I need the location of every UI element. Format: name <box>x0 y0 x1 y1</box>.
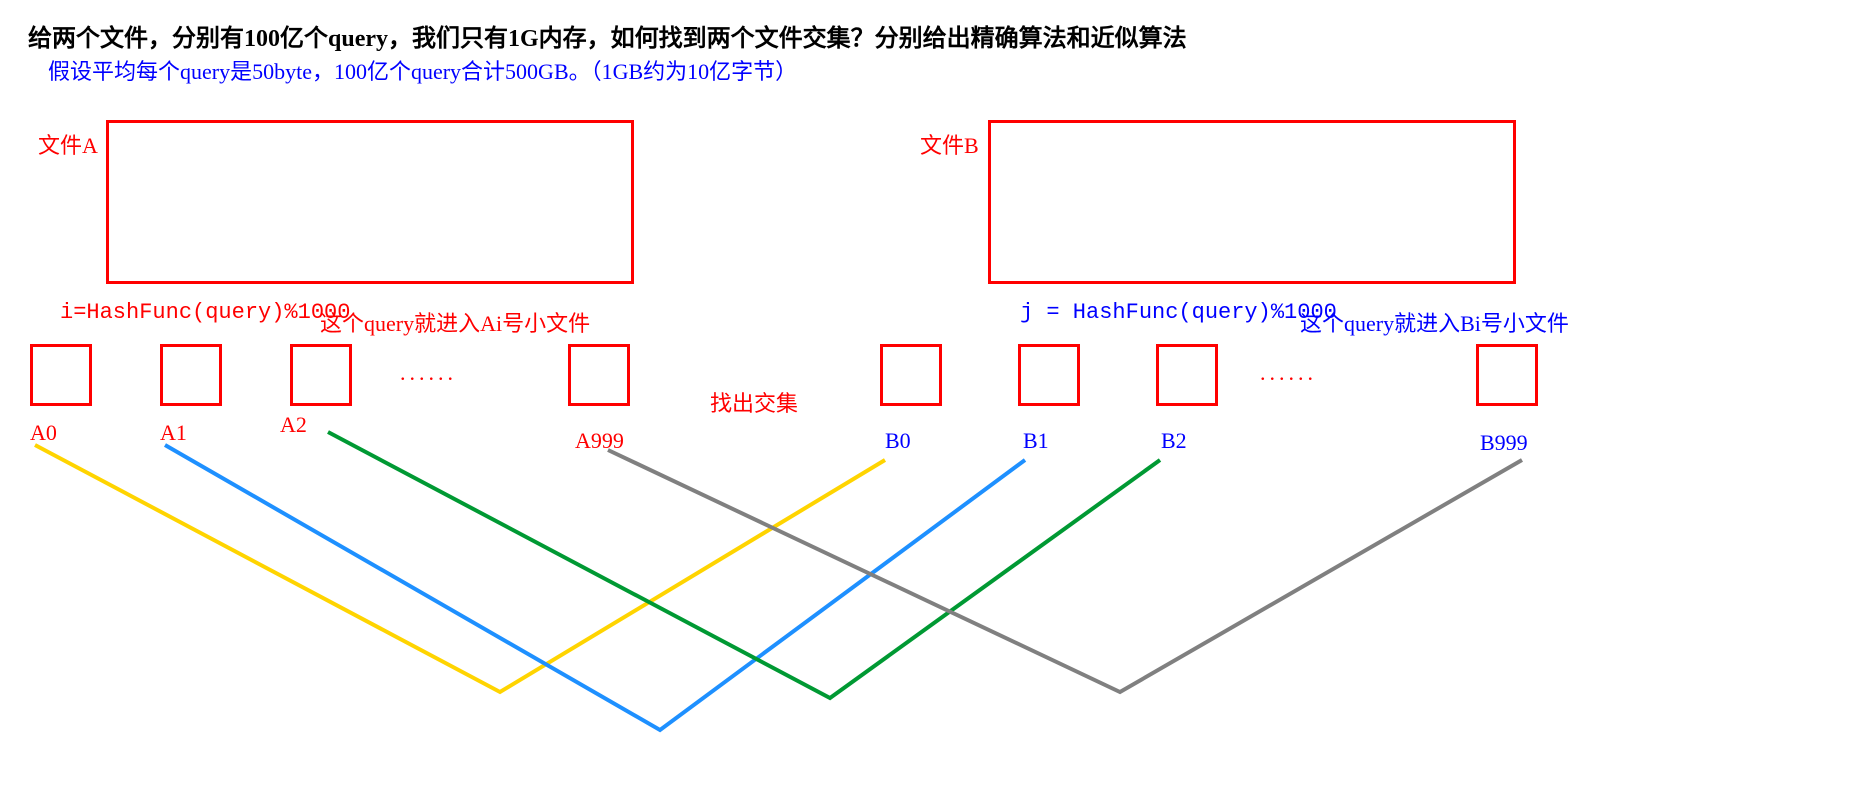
small-box-a1 <box>160 344 222 406</box>
small-box-b999 <box>1476 344 1538 406</box>
small-box-a2 <box>290 344 352 406</box>
label-a0: A0 <box>30 420 57 446</box>
line-a1-b1 <box>165 445 1025 730</box>
file-a-box <box>106 120 634 284</box>
subtitle: 假设平均每个query是50byte，100亿个query合计500GB。（1G… <box>48 54 797 86</box>
small-box-a999 <box>568 344 630 406</box>
hash-b-text: 这个query就进入Bi号小文件 <box>1300 306 1569 338</box>
hash-b-code: j = HashFunc(query)%1000 <box>1020 300 1337 325</box>
dots-b: ...... <box>1260 360 1317 386</box>
label-b1: B1 <box>1023 428 1049 454</box>
label-b0: B0 <box>885 428 911 454</box>
small-box-a0 <box>30 344 92 406</box>
line-a2-b2 <box>328 432 1160 698</box>
label-b2: B2 <box>1161 428 1187 454</box>
diagram-canvas: 给两个文件，分别有100亿个query，我们只有1G内存，如何找到两个文件交集？… <box>0 0 1876 792</box>
title: 给两个文件，分别有100亿个query，我们只有1G内存，如何找到两个文件交集？… <box>28 18 1187 53</box>
label-a999: A999 <box>575 428 624 454</box>
hash-a-text: 这个query就进入Ai号小文件 <box>320 306 590 338</box>
small-box-b0 <box>880 344 942 406</box>
small-box-b1 <box>1018 344 1080 406</box>
small-box-b2 <box>1156 344 1218 406</box>
hash-a-code: i=HashFunc(query)%1000 <box>60 300 350 325</box>
line-a999-b999 <box>608 450 1522 692</box>
file-a-label: 文件A <box>38 128 98 160</box>
dots-a: ...... <box>400 360 457 386</box>
label-a1: A1 <box>160 420 187 446</box>
file-b-box <box>988 120 1516 284</box>
file-b-label: 文件B <box>920 128 979 160</box>
line-a0-b0 <box>35 445 885 692</box>
label-b999: B999 <box>1480 430 1528 456</box>
intersection-label: 找出交集 <box>710 386 798 418</box>
label-a2: A2 <box>280 412 307 438</box>
